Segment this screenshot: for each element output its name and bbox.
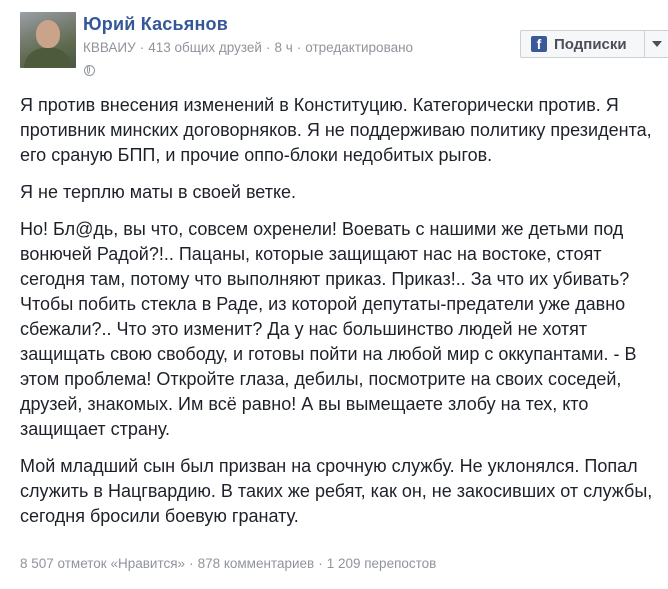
globe-icon[interactable] [84,65,95,76]
facebook-icon: f [531,36,547,52]
avatar-head [36,20,60,48]
comments-count[interactable]: 878 комментариев [198,556,315,571]
follow-dropdown[interactable] [644,31,668,57]
post-card: Юрий Касьянов КВВАИУ · 413 общих друзей · 8 … [0,0,668,589]
post-paragraph: Мой младший сын был призван на срочную с… [20,456,653,526]
post-paragraph: Я не терплю маты в своей ветке. [20,182,297,202]
chevron-down-icon [652,41,662,47]
shares-count[interactable]: 1 209 перепостов [327,556,437,571]
meta-separator: · [139,40,145,55]
follow-main[interactable]: f Подписки [521,31,644,57]
follow-button[interactable]: f Подписки [520,30,668,58]
meta-separator: · [296,40,302,55]
stats-separator: · [318,556,323,571]
follow-label: Подписки [554,35,627,53]
author-school[interactable]: КВВАИУ [83,40,136,55]
meta-separator: · [265,40,271,55]
likes-count[interactable]: 8 507 отметок «Нравится» [20,556,185,571]
author-name[interactable]: Юрий Касьянов [83,14,228,35]
post-paragraph: Но! Бл@дь, вы что, совсем охренели! Воев… [20,219,637,439]
post-header: Юрий Касьянов КВВАИУ · 413 общих друзей · 8 … [20,12,668,82]
post-text: Я против внесения изменений в Конституци… [20,93,660,541]
stats-separator: · [189,556,194,571]
post-stats: 8 507 отметок «Нравится» · 878 комментарие… [20,556,436,571]
mutual-friends[interactable]: 413 общих друзей [148,40,262,55]
post-paragraph: Я против внесения изменений в Конституци… [20,95,652,165]
avatar-body [24,48,72,68]
edited-label[interactable]: отредактировано [305,40,413,55]
avatar[interactable] [20,12,76,68]
post-meta: КВВАИУ · 413 общих друзей · 8 ч · отредактиров… [83,40,413,55]
post-time[interactable]: 8 ч [274,40,292,55]
